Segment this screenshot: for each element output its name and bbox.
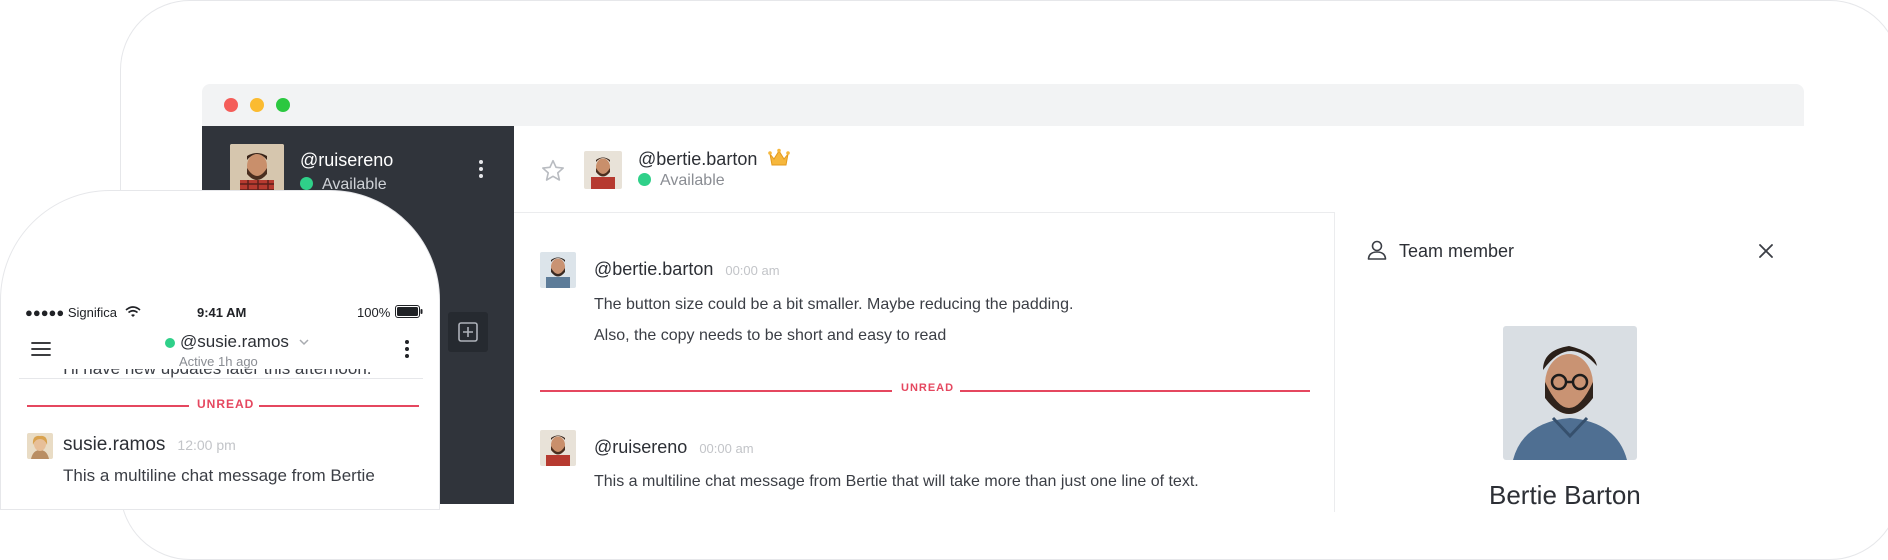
kebab-icon[interactable] [476, 160, 486, 184]
status-bar-time: 9:41 AM [197, 305, 247, 320]
panel-title: Team member [1399, 241, 1515, 261]
unread-label: UNREAD [901, 382, 955, 394]
chevron-down-icon [299, 339, 309, 346]
channel-name-text: @bertie.barton [638, 149, 758, 169]
online-indicator [638, 173, 651, 186]
channel-name[interactable]: @bertie.barton [638, 148, 791, 170]
wifi-icon [125, 306, 141, 317]
author-name: @ruisereno [594, 437, 688, 457]
message-time: 00:00 am [725, 263, 780, 278]
author-name: susie.ramos [63, 434, 166, 455]
avatar[interactable] [540, 430, 576, 466]
status-label: Available [660, 172, 725, 189]
member-portrait [1503, 326, 1637, 460]
mobile-channel-name-text: @susie.ramos [180, 332, 289, 351]
message-author[interactable]: @bertie.barton 00:00 am [594, 259, 780, 280]
divider-line [540, 390, 892, 392]
close-window-button[interactable] [224, 98, 238, 112]
window-titlebar [202, 84, 1804, 126]
message-line: The button size could be a bit smaller. … [594, 296, 1074, 313]
avatar[interactable] [584, 151, 622, 189]
message-author[interactable]: susie.ramos 12:00 pm [63, 434, 236, 456]
message-time: 00:00 am [699, 441, 754, 456]
message-author[interactable]: @ruisereno 00:00 am [594, 437, 754, 458]
battery-icon [395, 305, 423, 318]
author-name: @bertie.barton [594, 259, 714, 279]
team-member-panel: Team member Bertie Barton [1334, 212, 1805, 512]
member-name: Bertie Barton [1489, 480, 1641, 510]
minimize-window-button[interactable] [250, 98, 264, 112]
hamburger-menu-icon[interactable] [31, 341, 51, 357]
close-icon[interactable] [1755, 240, 1777, 262]
favorite-star-icon[interactable] [540, 158, 566, 184]
crown-icon [768, 148, 791, 166]
status-bar-carrier: ●●●●● Significa [25, 305, 118, 320]
channel-status: Available [638, 172, 725, 190]
divider-line [960, 390, 1310, 392]
status-bar-battery: 100% [357, 305, 391, 320]
online-indicator [300, 177, 313, 190]
plus-square-icon [458, 322, 478, 342]
unread-divider: UNREAD [540, 382, 1310, 398]
current-user-name: @ruisereno [300, 150, 394, 170]
mobile-device: ●●●●● Significa 9:41 AM 100% @susie.ramo… [0, 190, 440, 510]
divider-line [259, 405, 419, 407]
unread-label: UNREAD [197, 397, 255, 411]
online-indicator [165, 338, 175, 348]
avatar[interactable] [540, 252, 576, 288]
avatar[interactable] [27, 433, 53, 459]
mobile-channel-name[interactable]: @susie.ramos [165, 332, 310, 352]
channel-header: @bertie.barton Available 2 [514, 126, 1804, 213]
mobile-active-status: Active 1h ago [179, 354, 258, 369]
message-line: This a multiline chat message from Berti… [594, 473, 1199, 490]
divider-line [27, 405, 189, 407]
new-conversation-button[interactable] [448, 312, 488, 352]
maximize-window-button[interactable] [276, 98, 290, 112]
user-icon [1367, 240, 1387, 260]
message-line: This a multiline chat message from Berti… [63, 466, 375, 485]
kebab-icon[interactable] [403, 340, 411, 358]
message-line: Also, the copy needs to be short and eas… [594, 327, 947, 344]
unread-divider: UNREAD [27, 397, 419, 413]
message-time: 12:00 pm [177, 437, 236, 453]
